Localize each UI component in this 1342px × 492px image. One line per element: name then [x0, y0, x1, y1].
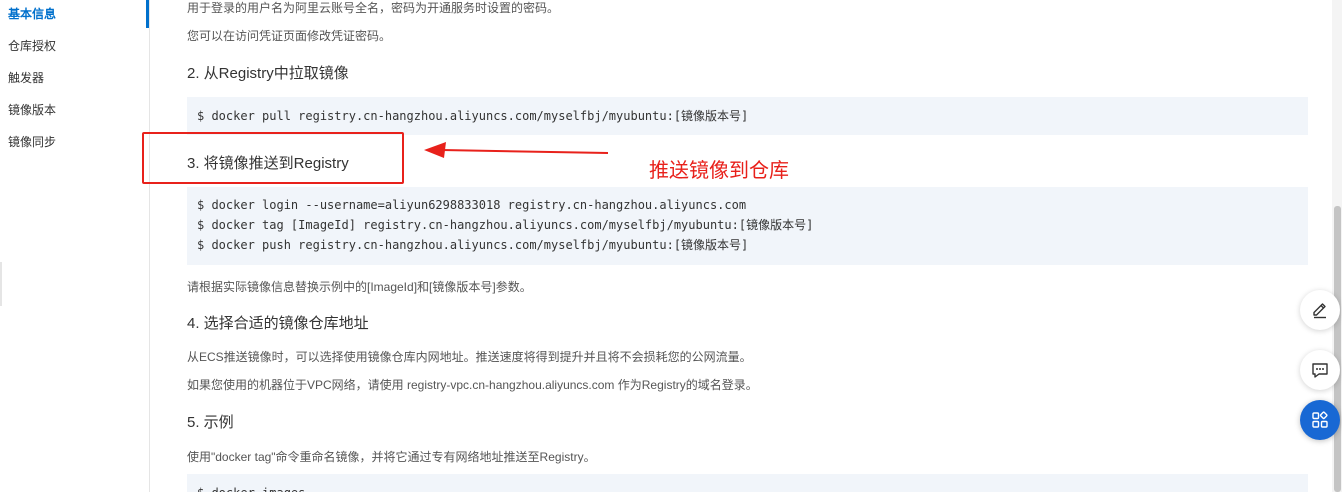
section-4-text-ecs: 从ECS推送镜像时，可以选择使用镜像仓库内网地址。推送速度将得到提升并且将不会损… — [187, 350, 752, 364]
feedback-icon — [1312, 363, 1328, 378]
scrollbar-thumb[interactable] — [1334, 206, 1341, 492]
sidebar-item-image-versions[interactable]: 镜像版本 — [8, 102, 56, 118]
code-line-images: $ docker images — [197, 483, 305, 492]
app-window: 基本信息 仓库授权 触发器 镜像版本 镜像同步 用于登录的用户名为阿里云账号全名… — [0, 0, 1342, 492]
sidebar-item-image-sync[interactable]: 镜像同步 — [8, 134, 56, 150]
sidebar: 基本信息 仓库授权 触发器 镜像版本 镜像同步 — [0, 0, 149, 492]
edit-button[interactable] — [1300, 290, 1340, 330]
annotation-highlight-box — [142, 132, 404, 184]
apps-icon — [1312, 411, 1328, 428]
edit-icon — [1313, 303, 1326, 319]
section-5-text: 使用"docker tag"命令重命名镜像，并将它通过专有网络地址推送至Regi… — [187, 450, 596, 464]
code-line-push: $ docker push registry.cn-hangzhou.aliyu… — [197, 238, 749, 252]
sidebar-collapse-handle[interactable] — [0, 262, 2, 306]
section-3-note: 请根据实际镜像信息替换示例中的[ImageId]和[镜像版本号]参数。 — [187, 280, 532, 294]
sidebar-item-basic-info[interactable]: 基本信息 — [8, 6, 56, 22]
sidebar-item-triggers[interactable]: 触发器 — [8, 70, 44, 86]
section-2-title: 2. 从Registry中拉取镜像 — [187, 65, 349, 82]
section-4-title: 4. 选择合适的镜像仓库地址 — [187, 315, 369, 332]
intro-text-login: 用于登录的用户名为阿里云账号全名，密码为开通服务时设置的密码。 — [187, 1, 560, 15]
code-line-login: $ docker login --username=aliyun62988330… — [197, 198, 747, 212]
code-block-push: $ docker login --username=aliyun62988330… — [187, 187, 1308, 265]
apps-button[interactable] — [1300, 400, 1340, 440]
annotation-label: 推送镜像到仓库 — [649, 160, 789, 182]
code-line-pull: $ docker pull registry.cn-hangzhou.aliyu… — [197, 109, 749, 123]
sidebar-item-repo-auth[interactable]: 仓库授权 — [8, 38, 56, 54]
main-content: 用于登录的用户名为阿里云账号全名，密码为开通服务时设置的密码。 您可以在访问凭证… — [150, 0, 1330, 492]
section-5-title: 5. 示例 — [187, 414, 234, 431]
code-block-pull: $ docker pull registry.cn-hangzhou.aliyu… — [187, 97, 1308, 135]
annotation-arrow-icon — [424, 142, 609, 158]
code-line-tag: $ docker tag [ImageId] registry.cn-hangz… — [197, 218, 814, 232]
intro-text-credential: 您可以在访问凭证页面修改凭证密码。 — [187, 29, 392, 43]
section-4-text-vpc: 如果您使用的机器位于VPC网络，请使用 registry-vpc.cn-hang… — [187, 378, 758, 392]
code-block-example: $ docker images — [187, 474, 1308, 492]
feedback-button[interactable] — [1300, 350, 1340, 390]
